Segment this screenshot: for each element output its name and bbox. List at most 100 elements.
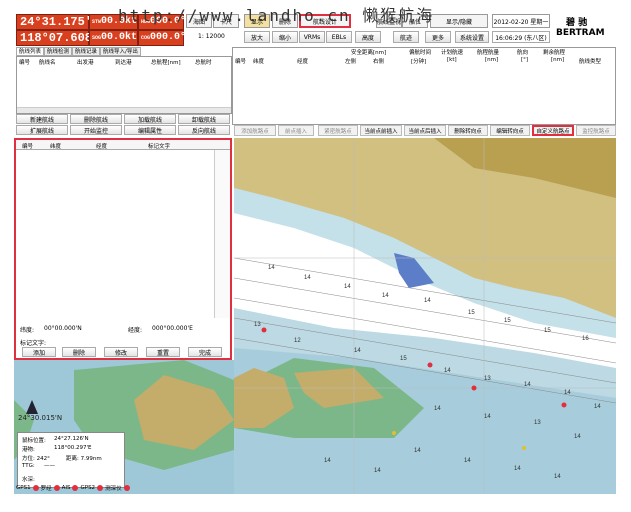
delete-route-button[interactable]: 删除航线	[70, 114, 122, 124]
depth-label: 14	[574, 434, 581, 440]
panel-add-button[interactable]: 添加	[22, 347, 56, 357]
tab-route-check[interactable]: 航线检测	[44, 47, 73, 56]
vrms-button[interactable]: VRMs	[299, 31, 325, 43]
ebls-button[interactable]: EBLs	[326, 31, 352, 43]
depth-label: 14	[324, 458, 331, 464]
panel-lon-value[interactable]: 000°00.000'E	[152, 325, 193, 332]
depth-label: 14	[304, 275, 311, 281]
tab-route-record[interactable]: 航线记录	[72, 47, 101, 56]
panel-vscroll[interactable]	[214, 150, 230, 318]
depth-label: 14	[594, 404, 601, 410]
depth-label: 14	[354, 348, 361, 354]
reverse-route-button[interactable]: 反向航线	[178, 125, 230, 135]
depth-label: 14	[434, 406, 441, 412]
depth-label: 16	[582, 336, 589, 342]
depth-label: 14	[374, 468, 381, 474]
route-col-time: 总航时	[195, 60, 212, 66]
system-settings-button[interactable]: 系统设置	[455, 31, 489, 43]
zoom-in-button[interactable]: 放大	[244, 31, 270, 43]
dense-waypoint-button[interactable]: 紧密航路点	[318, 125, 358, 136]
load-route-button[interactable]: 加载航线	[124, 114, 176, 124]
depth-label: 14	[414, 448, 421, 454]
panel-delete-button[interactable]: 删除	[62, 347, 96, 357]
wp-top-speed: 计划航速	[441, 50, 464, 56]
custom-waypoint-button[interactable]: 自定义航路点	[532, 125, 574, 136]
insert-before-button[interactable]: 前点插入	[278, 125, 314, 136]
edit-turn-button[interactable]: 编辑转向点	[490, 125, 530, 136]
chart-graphic	[234, 138, 616, 494]
route-col-no: 编号	[19, 60, 31, 66]
wp-col-right: 右侧	[373, 59, 385, 65]
water-depth-label: 水深:	[22, 477, 35, 483]
delete-turn-button[interactable]: 删除转向点	[448, 125, 488, 136]
cursor-bearing: 方位: 242°	[22, 456, 50, 462]
cursor-pos-label: 鼠标位置:	[22, 438, 46, 444]
wp-top-off: 偏航时间	[409, 50, 432, 56]
date-display: 2012-02-20 星期一	[492, 14, 550, 28]
custom-waypoint-panel[interactable]: 编号 纬度 经度 标记文字 纬度: 00°00.000'N 经度: 000°00…	[14, 138, 232, 360]
status-gps1: GPS1	[16, 485, 31, 491]
nautical-chart[interactable]: 14 14 14 14 14 15 15 15 16 13 12 14 15 1…	[234, 138, 616, 494]
start-monitor-button[interactable]: 开始监控	[70, 125, 122, 135]
zoom-out-button[interactable]: 缩小	[272, 31, 298, 43]
sog-display: SOG00.0kt	[89, 30, 138, 46]
wp-col-nm: [nm]	[485, 57, 499, 63]
time-display: 16:06:29 (东八区)	[492, 31, 550, 43]
wp-top-course: 航向	[517, 50, 529, 56]
ttg-value: ——	[44, 463, 55, 469]
depth-label: 15	[468, 310, 475, 316]
extend-route-button[interactable]: 扩展航线	[16, 125, 68, 135]
tab-route-import[interactable]: 航线导入/导出	[100, 47, 141, 56]
latitude-display: 24°31.175'N	[16, 14, 99, 30]
track-button[interactable]: 航迹	[393, 31, 419, 43]
panel-done-button[interactable]: 完成	[188, 347, 222, 357]
wp-col-min: [分钟]	[411, 59, 427, 65]
waypoint-table[interactable]: 安全距离[nm] 偏航时间 计划航速 航程航量 航向 剩余航程 编号 纬度 经度…	[232, 47, 616, 125]
depth-label: 15	[544, 328, 551, 334]
toolbar-show-hide[interactable]: 显示/隐藏	[430, 14, 488, 28]
route-col-dist: 总航程[nm]	[151, 60, 181, 66]
new-route-button[interactable]: 新建航线	[16, 114, 68, 124]
depth-label: 15	[400, 356, 407, 362]
cursor-distance: 距离: 7.99nm	[66, 456, 102, 462]
route-list-table[interactable]: 编号 航线名 出发港 到达港 总航程[nm] 总航时	[16, 56, 232, 114]
wp-top-remain: 剩余航程	[543, 50, 566, 56]
depth-label: 14	[564, 390, 571, 396]
status-ais-icon	[72, 485, 79, 491]
panel-col-no: 编号	[22, 144, 34, 150]
unload-route-button[interactable]: 卸载航线	[178, 114, 230, 124]
brightness-button[interactable]: 高度	[355, 31, 381, 43]
cursor-lon: 118°00.297'E	[54, 445, 92, 451]
cog-display: COG000.0°	[138, 30, 186, 46]
cursor-info-box: 鼠标位置: 24°27.126'N 港物: 118°00.297'E 方位: 2…	[17, 432, 125, 488]
panel-header-row	[16, 140, 230, 150]
panel-modify-button[interactable]: 修改	[104, 347, 138, 357]
more-button[interactable]: 更多	[425, 31, 451, 43]
add-waypoint-button[interactable]: 添加航路点	[234, 125, 276, 136]
ship-name-cn: 碧 驰	[566, 18, 588, 28]
lat-grid-label: 24°30.015'N	[18, 414, 63, 422]
scale-label: 1: 12000	[198, 33, 225, 40]
wp-col-kt: [kt]	[447, 57, 457, 63]
wp-top-safe: 安全距离[nm]	[351, 50, 387, 56]
edit-props-button[interactable]: 编辑属性	[124, 125, 176, 135]
insert-before-current-button[interactable]: 当前点前插入	[360, 125, 402, 136]
panel-lat-label: 纬度:	[20, 327, 35, 334]
panel-reset-button[interactable]: 重置	[146, 347, 180, 357]
status-ais: AIS	[61, 485, 71, 491]
depth-label: 14	[514, 466, 521, 472]
monitor-waypoint-button[interactable]: 监控航路点	[576, 125, 616, 136]
status-gps2-icon	[97, 485, 104, 491]
status-compass: 罗经	[40, 486, 52, 492]
depth-label: 14	[464, 458, 471, 464]
hscrollbar[interactable]	[17, 107, 231, 113]
panel-lat-value[interactable]: 00°00.000'N	[44, 325, 82, 332]
depth-label: 15	[504, 318, 511, 324]
wp-col-deg: [°]	[521, 57, 529, 63]
insert-after-current-button[interactable]: 当前点后插入	[404, 125, 446, 136]
status-compass-icon	[53, 485, 60, 491]
tab-route-list[interactable]: 航线列表	[16, 47, 45, 56]
wp-col-nm2: [nm]	[551, 57, 565, 63]
depth-label: 14	[444, 368, 451, 374]
ship-name-en: BERTRAM	[556, 28, 605, 38]
